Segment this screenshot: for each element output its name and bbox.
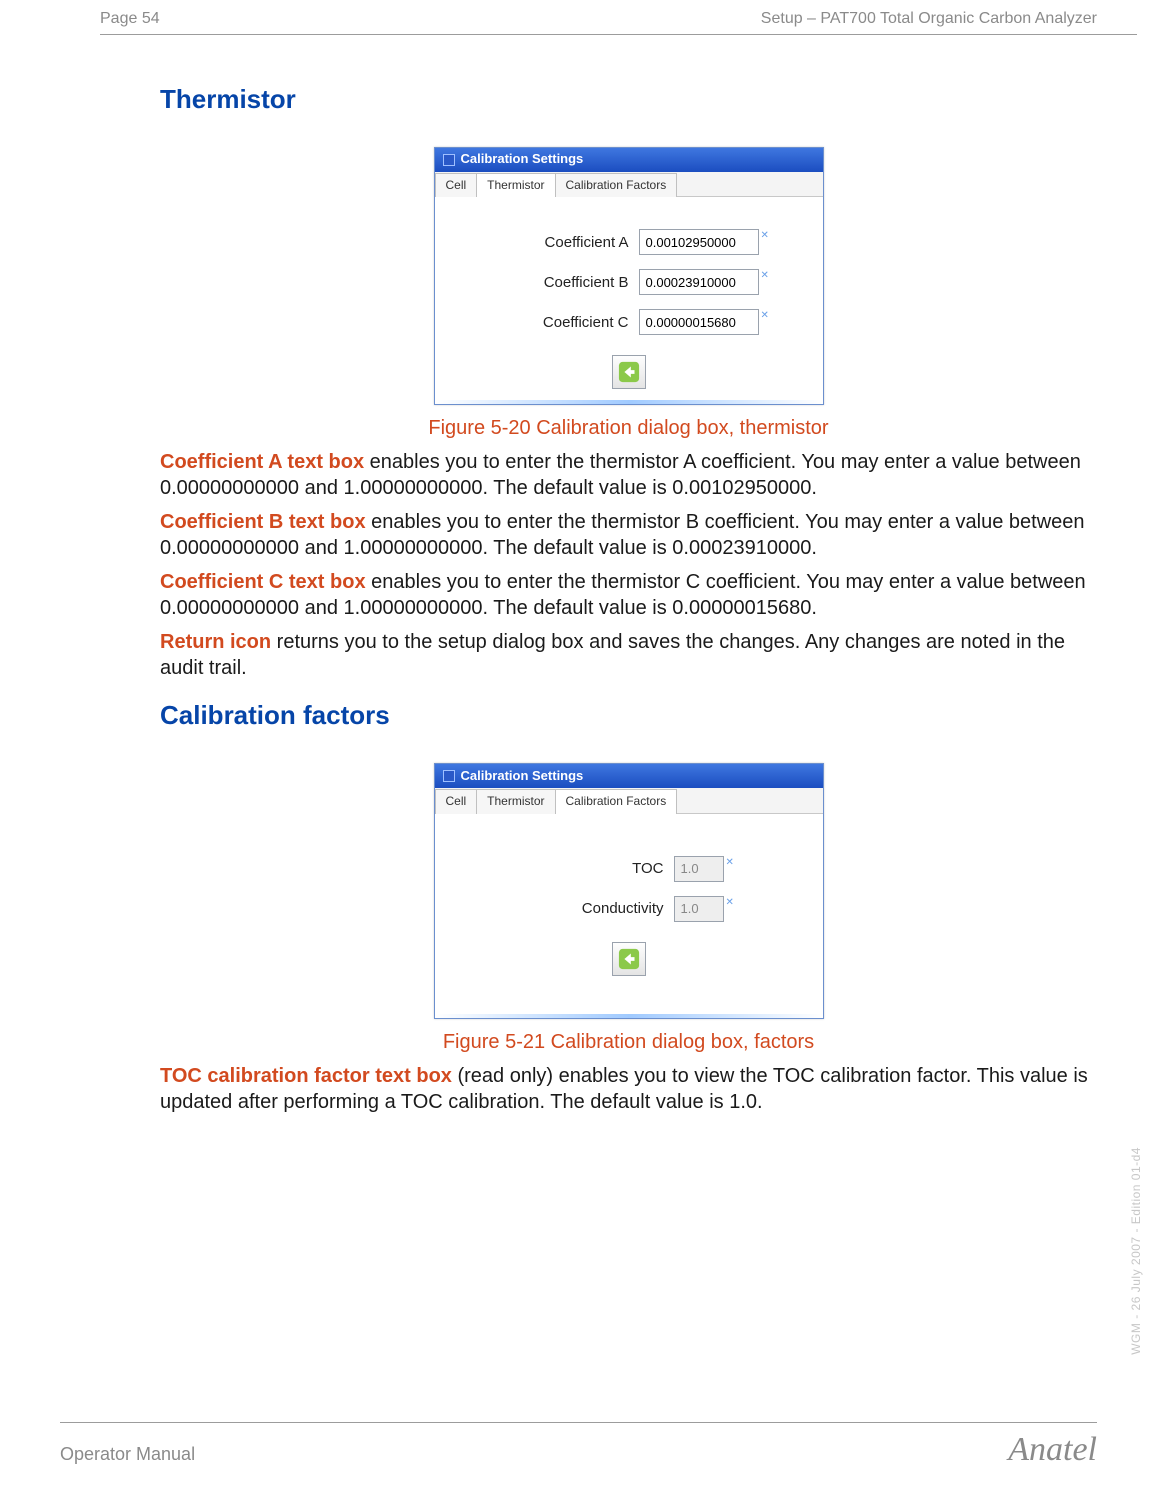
side-revision-note: WGM - 26 July 2007 - Edition 01-d4 [1129,1147,1143,1355]
tab-bar: Cell Thermistor Calibration Factors [435,788,823,814]
dialog-bottom-border [435,1014,823,1018]
input-coeff-a[interactable] [639,229,759,255]
para-toc-factor: TOC calibration factor text box (read on… [160,1063,1097,1115]
window-icon [443,770,455,782]
label-coeff-a: Coefficient A [489,233,629,253]
input-toc-factor [674,856,724,882]
return-button[interactable] [612,942,646,976]
tab-thermistor[interactable]: Thermistor [476,173,555,198]
edit-chip-icon: ✕ [726,896,734,904]
edit-chip-icon: ✕ [761,309,769,317]
lead-return: Return icon [160,631,271,653]
tab-thermistor[interactable]: Thermistor [476,789,555,814]
dialog-titlebar: Calibration Settings [435,764,823,788]
label-coeff-b: Coefficient B [489,273,629,293]
lead-coeff-b: Coefficient B text box [160,511,366,533]
input-coeff-c[interactable] [639,309,759,335]
lead-coeff-c: Coefficient C text box [160,571,366,593]
heading-calibration-factors: Calibration factors [160,699,1097,733]
return-button[interactable] [612,355,646,389]
close-icon[interactable] [806,768,820,782]
heading-thermistor: Thermistor [160,83,1097,117]
tab-calibration-factors[interactable]: Calibration Factors [555,789,678,814]
page-number: Page 54 [100,10,160,28]
para-coeff-a: Coefficient A text box enables you to en… [160,449,1097,501]
thermistor-dialog: Calibration Settings Cell Thermistor Cal… [434,147,824,406]
window-icon [443,154,455,166]
figure-caption-5-20: Figure 5-20 Calibration dialog box, ther… [160,415,1097,441]
edit-chip-icon: ✕ [726,856,734,864]
para-coeff-c: Coefficient C text box enables you to en… [160,569,1097,621]
para-coeff-b: Coefficient B text box enables you to en… [160,509,1097,561]
input-coeff-b[interactable] [639,269,759,295]
factors-dialog: Calibration Settings Cell Thermistor Cal… [434,763,824,1019]
dialog-title: Calibration Settings [461,768,584,785]
edit-chip-icon: ✕ [761,229,769,237]
return-arrow-icon [618,948,640,970]
footer-rule [60,1422,1097,1423]
return-arrow-icon [618,361,640,383]
figure-caption-5-21: Figure 5-21 Calibration dialog box, fact… [160,1029,1097,1055]
label-toc: TOC [524,859,664,879]
lead-toc: TOC calibration factor text box [160,1065,452,1087]
doc-section: Setup – PAT700 Total Organic Carbon Anal… [761,10,1097,28]
footer-brand: Anatel [1008,1431,1097,1469]
edit-chip-icon: ✕ [761,269,769,277]
text-return: returns you to the setup dialog box and … [160,631,1065,679]
tab-bar: Cell Thermistor Calibration Factors [435,172,823,198]
label-conductivity: Conductivity [524,899,664,919]
dialog-title: Calibration Settings [461,151,584,168]
tab-calibration-factors[interactable]: Calibration Factors [555,173,678,198]
tab-cell[interactable]: Cell [435,173,478,198]
close-icon[interactable] [806,152,820,166]
label-coeff-c: Coefficient C [489,313,629,333]
tab-cell[interactable]: Cell [435,789,478,814]
dialog-titlebar: Calibration Settings [435,148,823,172]
para-return-icon: Return icon returns you to the setup dia… [160,629,1097,681]
lead-coeff-a: Coefficient A text box [160,451,364,473]
input-conductivity-factor [674,896,724,922]
dialog-bottom-border [435,400,823,404]
footer-left: Operator Manual [60,1444,195,1465]
